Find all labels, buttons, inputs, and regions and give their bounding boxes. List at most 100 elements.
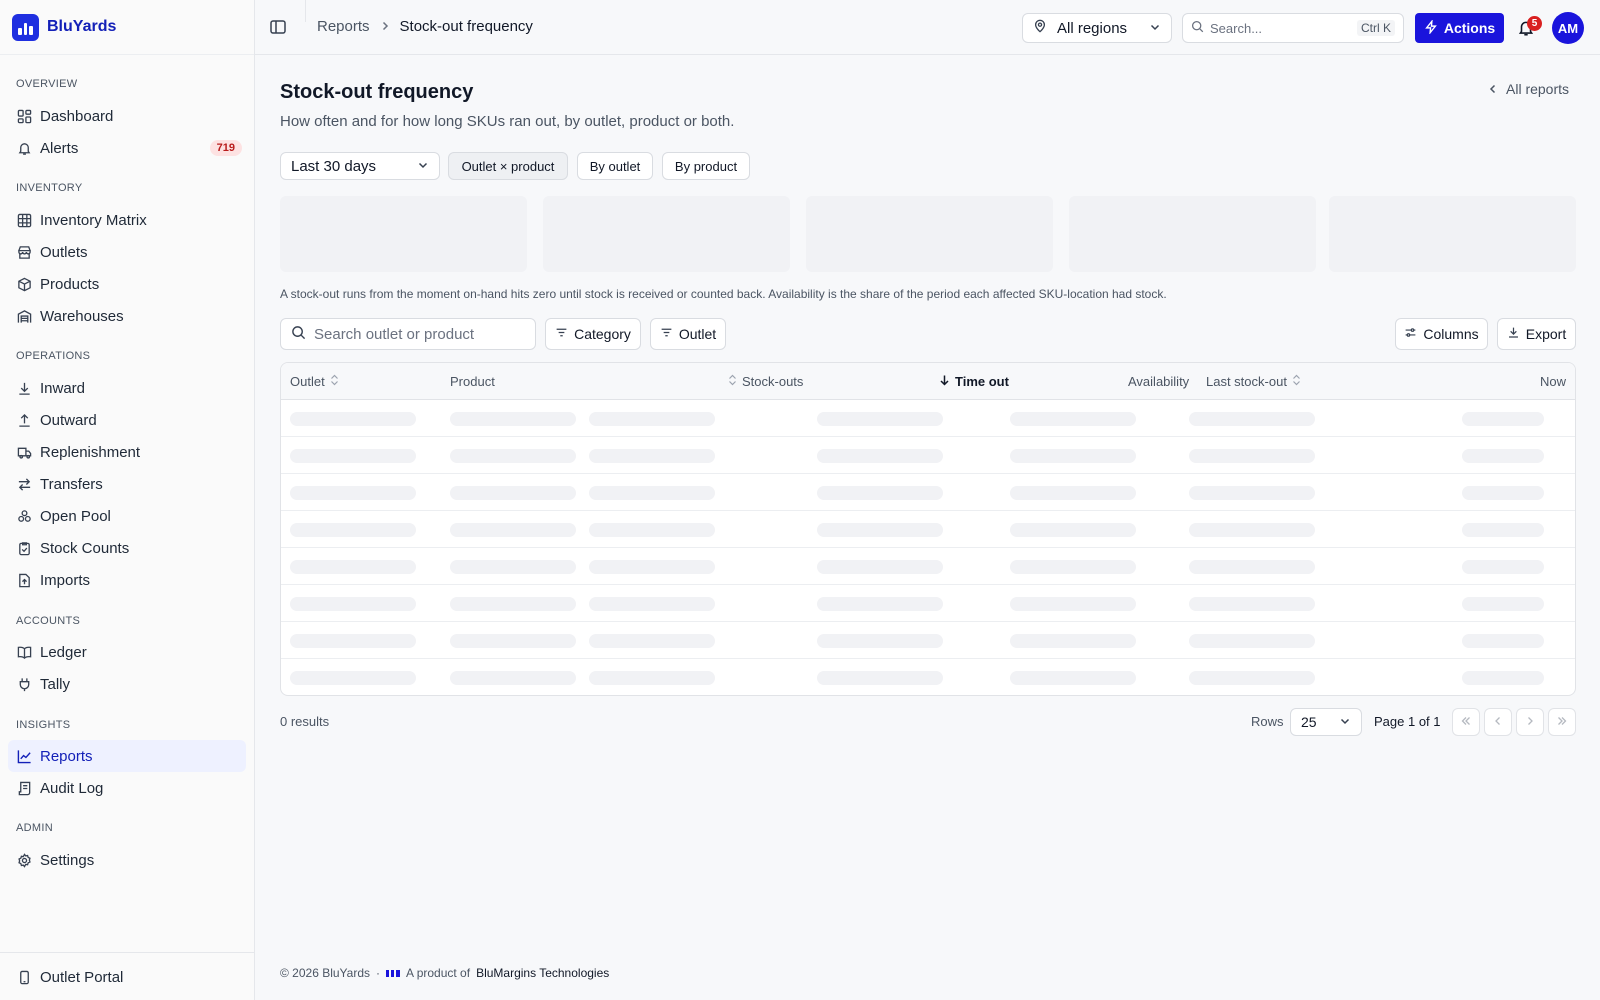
global-search-input[interactable]: Search... Ctrl K <box>1182 13 1404 43</box>
column-header-outlet[interactable]: Outlet <box>290 363 339 400</box>
avatar[interactable]: AM <box>1552 12 1584 44</box>
sidebar-item-audit-log[interactable]: Audit Log <box>8 772 246 804</box>
sidebar-item-inward[interactable]: Inward <box>8 372 246 404</box>
sidebar-item-label: Outward <box>40 411 97 429</box>
sidebar-item-label: Outlet Portal <box>40 968 124 986</box>
topbar: Reports Stock-out frequency All regions … <box>255 0 1600 55</box>
skeleton-cell <box>450 486 576 500</box>
skeleton-cell <box>1189 449 1315 463</box>
breadcrumb: Reports Stock-out frequency <box>317 18 533 35</box>
sidebar-item-ledger[interactable]: Ledger <box>8 636 246 668</box>
sidebar-item-settings[interactable]: Settings <box>8 844 246 876</box>
sidebar-item-replenishment[interactable]: Replenishment <box>8 436 246 468</box>
columns-button[interactable]: Columns <box>1395 318 1488 350</box>
region-select[interactable]: All regions <box>1022 13 1172 43</box>
table-row-loading <box>281 622 1575 659</box>
notifications-count-badge: 5 <box>1527 16 1542 31</box>
sidebar-item-open-pool[interactable]: Open Pool <box>8 500 246 532</box>
sort-icon <box>1292 374 1301 389</box>
company-link[interactable]: BluMargins Technologies <box>476 966 609 980</box>
skeleton-cell <box>817 560 943 574</box>
skeleton-cell <box>450 523 576 537</box>
sidebar-item-label: Inventory Matrix <box>40 211 147 229</box>
brand-logo-icon <box>12 13 39 41</box>
previous-page-button[interactable] <box>1484 708 1512 736</box>
sidebar-item-label: Dashboard <box>40 107 114 125</box>
sidebar-item-outward[interactable]: Outward <box>8 404 246 436</box>
export-button[interactable]: Export <box>1497 318 1576 350</box>
sidebar-item-label: Products <box>40 275 100 293</box>
column-header-stock-outs[interactable]: Stock-outs <box>728 363 803 400</box>
chevron-down-icon <box>1149 20 1161 37</box>
sidebar-item-outlets[interactable]: Outlets <box>8 236 246 268</box>
column-header-time-out[interactable]: Time out <box>939 363 1009 400</box>
rows-per-page-select[interactable]: 25 <box>1290 708 1362 736</box>
next-page-button[interactable] <box>1516 708 1544 736</box>
brand[interactable]: BluYards <box>0 0 254 55</box>
sort-icon <box>330 374 339 389</box>
search-icon <box>291 325 306 344</box>
sidebar-item-reports[interactable]: Reports <box>8 740 246 772</box>
pool-icon <box>16 508 32 524</box>
sidebar-item-label: Alerts <box>40 139 79 157</box>
sidebar-item-label: Reports <box>40 747 93 765</box>
sidebar-item-tally[interactable]: Tally <box>8 668 246 700</box>
skeleton-cell <box>817 523 943 537</box>
chevron-left-icon <box>1492 714 1504 730</box>
sidebar-item-transfers[interactable]: Transfers <box>8 468 246 500</box>
columns-label: Columns <box>1423 326 1479 342</box>
view-outlet-x-product[interactable]: Outlet × product <box>448 152 568 180</box>
skeleton-cell <box>589 634 715 648</box>
table-search-input[interactable]: Search outlet or product <box>280 318 536 350</box>
skeleton-cell <box>1010 412 1136 426</box>
breadcrumb-current: Stock-out frequency <box>399 18 533 35</box>
sort-icon <box>728 374 737 389</box>
column-header-label: Outlet <box>290 374 325 389</box>
skeleton-cell <box>1462 486 1544 500</box>
copyright: © 2026 BluYards <box>280 966 371 980</box>
download-icon <box>1507 326 1520 342</box>
view-by-product[interactable]: By product <box>662 152 750 180</box>
blumargins-logo-icon <box>386 969 401 977</box>
arrow-down-icon <box>939 374 950 389</box>
page-subtitle: How often and for how long SKUs ran out,… <box>280 113 735 130</box>
skeleton-cell <box>589 449 715 463</box>
filter-outlet-button[interactable]: Outlet <box>650 318 726 350</box>
column-header-availability[interactable]: Availability <box>1128 363 1189 400</box>
sidebar-item-products[interactable]: Products <box>8 268 246 300</box>
sidebar-item-stock-counts[interactable]: Stock Counts <box>8 532 246 564</box>
rows-per-page-value: 25 <box>1301 714 1317 730</box>
column-header-last-stock-out[interactable]: Last stock-out <box>1206 363 1301 400</box>
kpi-card-placeholder <box>1329 196 1576 272</box>
sidebar-item-inventory-matrix[interactable]: Inventory Matrix <box>8 204 246 236</box>
skeleton-cell <box>1010 486 1136 500</box>
last-page-button[interactable] <box>1548 708 1576 736</box>
page-title: Stock-out frequency <box>280 81 474 103</box>
date-range-select[interactable]: Last 30 days <box>280 152 440 180</box>
sidebar-item-dashboard[interactable]: Dashboard <box>8 100 246 132</box>
skeleton-cell <box>1189 671 1315 685</box>
chevron-right-icon <box>1524 714 1536 730</box>
sidebar-item-alerts[interactable]: Alerts 719 <box>8 132 246 164</box>
column-header-product[interactable]: Product <box>450 363 495 400</box>
sidebar-item-imports[interactable]: Imports <box>8 564 246 596</box>
nav-section-operations: OPERATIONS <box>16 350 91 362</box>
transfer-icon <box>16 476 32 492</box>
column-header-now[interactable]: Now <box>1540 363 1566 400</box>
sidebar-item-warehouses[interactable]: Warehouses <box>8 300 246 332</box>
breadcrumb-reports[interactable]: Reports <box>317 18 370 35</box>
sidebar-item-label: Tally <box>40 675 71 693</box>
book-icon <box>16 644 32 660</box>
actions-button[interactable]: Actions <box>1415 13 1504 43</box>
chevrons-left-icon <box>1460 714 1472 730</box>
nav-section-accounts: ACCOUNTS <box>16 615 81 627</box>
sidebar-item-label: Stock Counts <box>40 539 130 557</box>
all-reports-link[interactable]: All reports <box>1488 81 1569 97</box>
first-page-button[interactable] <box>1452 708 1480 736</box>
sidebar-toggle-icon[interactable] <box>269 18 287 36</box>
view-by-outlet[interactable]: By outlet <box>577 152 653 180</box>
skeleton-cell <box>1010 449 1136 463</box>
brand-name: BluYards <box>47 18 117 35</box>
filter-category-button[interactable]: Category <box>545 318 641 350</box>
sidebar-item-outlet-portal[interactable]: Outlet Portal <box>8 961 246 993</box>
